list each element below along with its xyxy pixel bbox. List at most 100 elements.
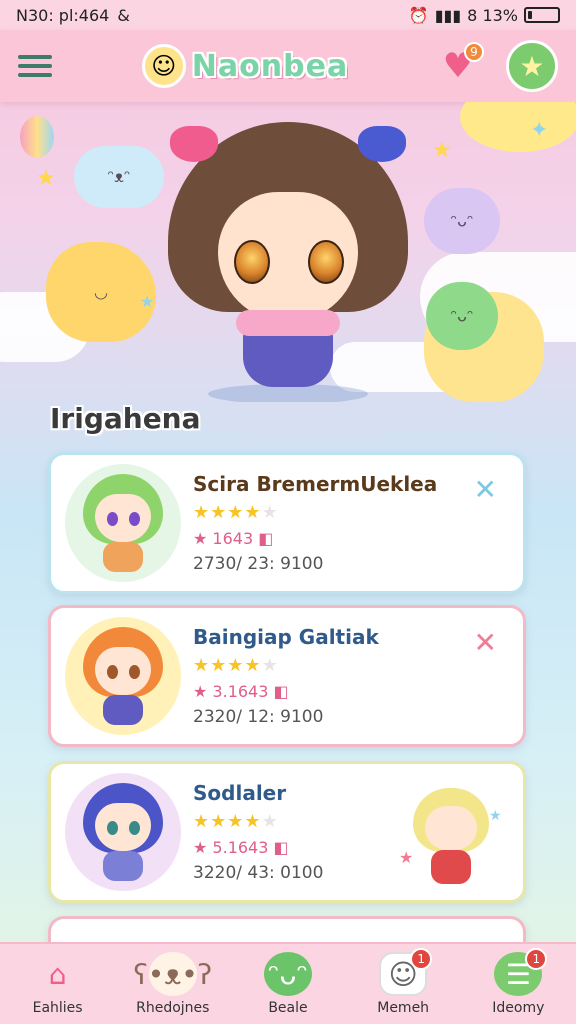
blue-bow-icon bbox=[358, 126, 406, 162]
status-time: N30: pl:464 bbox=[16, 5, 110, 25]
card-info: Scira BremermUeklea ★★★★★ ★ 1643 ◧ 2730/… bbox=[193, 472, 509, 574]
avatar bbox=[65, 617, 181, 735]
app-header: ☺ Naonbea ♥ 9 ★ bbox=[0, 30, 576, 102]
blob-face: ◡ bbox=[94, 282, 108, 302]
alarm-icon: ⏰ bbox=[408, 5, 429, 25]
pink-bow-icon bbox=[170, 126, 218, 162]
hero-banner: ᵔᴥᵔ ◡ ᵔᴗᵔ ᵔᴗᵔ ★ ★ ★ ✦ bbox=[0, 102, 576, 402]
nav-item-beale[interactable]: ᵔᴗᵔ Beale bbox=[233, 952, 343, 1016]
card-name: Scira BremermUeklea bbox=[193, 472, 438, 496]
notification-badge: 1 bbox=[410, 948, 433, 970]
profile-button[interactable]: ★ bbox=[505, 40, 558, 92]
avatar-body bbox=[103, 542, 143, 572]
rating-stars: ★★★★★ bbox=[193, 655, 509, 676]
section-title: Irigahena bbox=[50, 402, 201, 435]
menu-line bbox=[18, 55, 52, 59]
character-scarf bbox=[236, 310, 340, 336]
card-meta: 2730/ 23: 9100 bbox=[193, 554, 324, 574]
star-filled-icon: ★ bbox=[193, 502, 211, 523]
app-logo: ☺ Naonbea bbox=[141, 44, 349, 88]
main-character-illustration bbox=[168, 122, 408, 402]
star-filled-icon: ★ bbox=[227, 502, 245, 523]
menu-line bbox=[18, 64, 52, 68]
battery-icon bbox=[524, 7, 560, 23]
star-empty-icon: ★ bbox=[261, 655, 279, 676]
star-filled-icon: ★ bbox=[210, 502, 228, 523]
avatar bbox=[65, 464, 181, 582]
app-name: Naonbea bbox=[191, 48, 349, 84]
blob-face: ᵔᴗᵔ bbox=[450, 306, 474, 326]
favorites-button[interactable]: ♥ 9 bbox=[438, 42, 484, 86]
character-card[interactable]: Sodlaler ★★★★★ ★ 5.1643 ◧ 3220/ 43: 0100… bbox=[48, 761, 526, 903]
star-filled-icon: ★ bbox=[244, 655, 262, 676]
avatar-eye bbox=[107, 821, 118, 835]
star-filled-icon: ★ bbox=[244, 811, 262, 832]
avatar-face bbox=[95, 494, 151, 542]
notification-badge: 1 bbox=[525, 948, 548, 970]
star-sparkle-icon: ★ bbox=[399, 848, 414, 867]
star-sparkle-icon: ★ bbox=[36, 166, 56, 191]
star-sparkle-icon: ✦ bbox=[530, 118, 549, 143]
battery-text: 8 13% bbox=[467, 5, 518, 25]
star-filled-icon: ★ bbox=[193, 811, 211, 832]
nav-label: Rhedojnes bbox=[136, 1000, 210, 1016]
purple-cat-icon: ᵔᴗᵔ bbox=[424, 188, 500, 254]
card-subinfo: ★ 3.1643 ◧ bbox=[193, 682, 289, 701]
logo-mascot-icon: ☺ bbox=[141, 44, 186, 88]
home-icon: ⌂ bbox=[48, 957, 67, 991]
star-filled-icon: ★ bbox=[193, 655, 211, 676]
status-extra: & bbox=[117, 5, 130, 25]
avatar-body bbox=[103, 851, 143, 881]
cat-cloud-icon: ᵔᴥᵔ bbox=[74, 146, 164, 208]
nav-item-rhedojnes[interactable]: ʕ•ᴥ•ʔ Rhedojnes bbox=[118, 952, 228, 1016]
status-bar: N30: pl:464 & ⏰ ▮▮▮ 8 13% bbox=[0, 0, 576, 30]
character-eye bbox=[308, 240, 344, 284]
blob-icon: ᵔᴗᵔ bbox=[263, 952, 312, 996]
blob-face: ᵔᴗᵔ bbox=[450, 211, 474, 231]
star-sparkle-icon: ★ bbox=[432, 138, 452, 163]
star-filled-icon: ★ bbox=[210, 811, 228, 832]
green-cat-icon: ᵔᴗᵔ bbox=[426, 282, 498, 350]
star-sparkle-icon: ★ bbox=[140, 292, 155, 311]
character-card[interactable]: Scira BremermUeklea ★★★★★ ★ 1643 ◧ 2730/… bbox=[48, 452, 526, 594]
star-filled-icon: ★ bbox=[210, 655, 228, 676]
avatar-face bbox=[95, 647, 151, 695]
nav-item-memeh[interactable]: ☺ Memeh 1 bbox=[348, 948, 458, 1016]
card-info: Baingiap Galtiak ★★★★★ ★ 3.1643 ◧ 2320/ … bbox=[193, 625, 509, 727]
nav-label: Beale bbox=[268, 1000, 308, 1016]
nav-item-ideomy[interactable]: ☰ Ideomy 1 bbox=[463, 948, 573, 1016]
avatar-eye bbox=[107, 512, 118, 526]
favorites-badge: 9 bbox=[463, 42, 484, 62]
hamburger-menu-button[interactable] bbox=[18, 52, 52, 80]
card-name: Baingiap Galtiak bbox=[193, 625, 379, 649]
star-filled-icon: ★ bbox=[227, 811, 245, 832]
character-card[interactable]: Baingiap Galtiak ★★★★★ ★ 3.1643 ◧ 2320/ … bbox=[48, 605, 526, 747]
avatar-eye bbox=[107, 665, 118, 679]
remove-button[interactable]: ✕ bbox=[474, 626, 497, 659]
nav-label: Ideomy bbox=[492, 1000, 545, 1016]
star-sparkle-icon: ★ bbox=[489, 808, 502, 824]
menu-line bbox=[18, 73, 52, 77]
avatar bbox=[65, 773, 181, 891]
nav-label: Eahlies bbox=[32, 1000, 83, 1016]
star-icon: ★ bbox=[519, 49, 545, 83]
avatar-eye bbox=[129, 512, 140, 526]
blonde-character-illustration: ★ ★ bbox=[399, 778, 503, 894]
avatar-eye bbox=[129, 821, 140, 835]
bottom-navigation: ⌂ Eahlies ʕ•ᴥ•ʔ Rhedojnes ᵔᴗᵔ Beale ☺ Me… bbox=[0, 942, 576, 1024]
star-filled-icon: ★ bbox=[227, 655, 245, 676]
remove-button[interactable]: ✕ bbox=[474, 473, 497, 506]
character-eye bbox=[234, 240, 270, 284]
blob-face: ᵔᴥᵔ bbox=[107, 167, 131, 186]
balloon-decoration bbox=[20, 116, 54, 158]
nav-item-eahlies[interactable]: ⌂ Eahlies bbox=[3, 952, 113, 1017]
balloon-decoration bbox=[460, 102, 576, 152]
avatar-eye bbox=[129, 665, 140, 679]
avatar-body bbox=[103, 695, 143, 725]
bear-icon: ʕ•ᴥ•ʔ bbox=[133, 952, 212, 996]
rating-stars: ★★★★★ bbox=[193, 502, 509, 523]
extra-char-face bbox=[425, 806, 477, 850]
card-meta: 2320/ 12: 9100 bbox=[193, 707, 324, 727]
star-empty-icon: ★ bbox=[261, 811, 279, 832]
star-empty-icon: ★ bbox=[261, 502, 279, 523]
